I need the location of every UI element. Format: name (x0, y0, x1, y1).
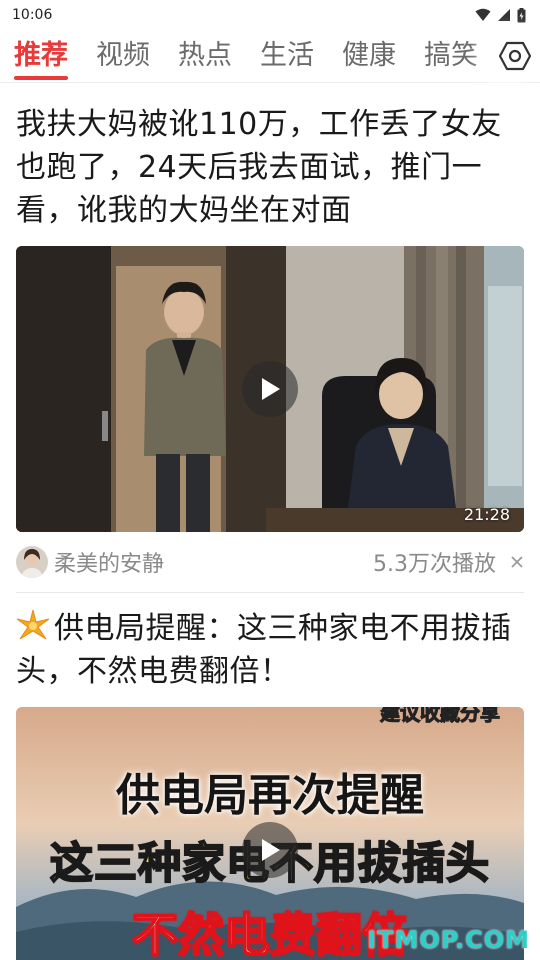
battery-icon (517, 7, 526, 22)
video-thumbnail[interactable]: 21:28 (16, 246, 524, 532)
article-title[interactable]: 供电局提醒：这三种家电不用拔插头，不然电费翻倍！ (16, 593, 524, 693)
dismiss-button[interactable] (510, 555, 524, 569)
channel-settings-button[interactable] (490, 30, 540, 82)
author-name[interactable]: 柔美的安静 (54, 546, 373, 578)
close-icon (511, 556, 523, 568)
news-feed[interactable]: 我扶大妈被讹110万，工作丢了女友也跑了，24天后我去面试，推门一看，讹我的大妈… (0, 83, 540, 960)
status-time: 10:06 (12, 7, 53, 23)
app-screen: 10:06 推荐 视频 热点 生活 健康 搞笑 我扶大妈被讹110万，工作丢了女… (0, 0, 540, 960)
tab-funny[interactable]: 搞笑 (424, 30, 478, 82)
tab-video[interactable]: 视频 (96, 30, 150, 82)
hexagon-settings-icon (499, 41, 531, 71)
article-title-text: 供电局提醒：这三种家电不用拔插头，不然电费翻倍！ (16, 611, 512, 689)
tab-life[interactable]: 生活 (260, 30, 314, 82)
watermark-logo: ITMOP.COM (367, 926, 530, 954)
status-bar: 10:06 (0, 0, 540, 30)
play-button[interactable] (242, 361, 298, 417)
tab-health[interactable]: 健康 (342, 30, 396, 82)
feed-item-video[interactable]: 我扶大妈被讹110万，工作丢了女友也跑了，24天后我去面试，推门一看，讹我的大妈… (16, 83, 524, 593)
sparkle-icon (16, 609, 50, 640)
article-title[interactable]: 我扶大妈被讹110万，工作丢了女友也跑了，24天后我去面试，推门一看，讹我的大妈… (16, 83, 524, 232)
feed-item-video[interactable]: 供电局提醒：这三种家电不用拔插头，不然电费翻倍！ 建议收藏分享 供电局再次提醒 … (16, 593, 524, 960)
signal-icon (498, 9, 510, 21)
thumbnail-banner: 建议收藏分享 (380, 707, 501, 726)
thumbnail-headline-1: 供电局再次提醒 (116, 770, 424, 821)
video-duration: 21:28 (463, 505, 510, 524)
category-tab-bar: 推荐 视频 热点 生活 健康 搞笑 (0, 30, 540, 83)
tab-recommend[interactable]: 推荐 (14, 30, 68, 82)
play-icon (262, 378, 280, 400)
play-icon (262, 839, 280, 861)
video-thumbnail[interactable]: 建议收藏分享 供电局再次提醒 这三种家电不用拔插头 不然电费翻倍 (16, 707, 524, 960)
article-meta: 柔美的安静 5.3万次播放 (16, 532, 524, 593)
play-button[interactable] (242, 822, 298, 878)
wifi-icon (475, 8, 491, 21)
status-icons (475, 7, 526, 23)
author-avatar[interactable] (16, 546, 48, 578)
view-count: 5.3万次播放 (373, 552, 496, 577)
tab-hot[interactable]: 热点 (178, 30, 232, 82)
